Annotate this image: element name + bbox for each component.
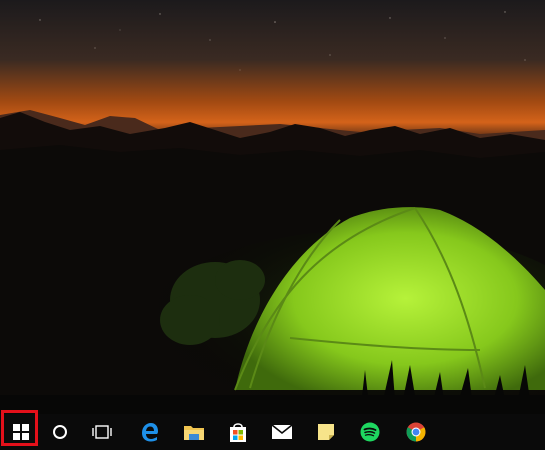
desktop	[0, 0, 545, 414]
cortana-button[interactable]	[40, 414, 80, 450]
task-view-icon	[92, 425, 112, 439]
cortana-circle-icon	[53, 425, 67, 439]
file-explorer-button[interactable]	[174, 414, 214, 450]
spotify-button[interactable]	[350, 414, 390, 450]
store-button[interactable]	[218, 414, 258, 450]
mail-icon	[271, 424, 293, 439]
taskbar	[0, 414, 545, 450]
edge-icon	[142, 423, 158, 442]
tent-at-night-icon	[0, 0, 545, 414]
edge-button[interactable]	[130, 414, 170, 450]
mail-button[interactable]	[262, 414, 302, 450]
store-icon	[230, 423, 246, 442]
chrome-button[interactable]	[396, 414, 436, 450]
sticky-notes-button[interactable]	[306, 414, 346, 450]
windows-logo-icon	[13, 424, 29, 440]
task-view-button[interactable]	[82, 414, 122, 450]
spotify-icon	[360, 422, 380, 442]
chrome-icon	[406, 422, 426, 442]
start-button[interactable]	[0, 414, 42, 450]
sticky-notes-icon	[318, 424, 334, 440]
folder-icon	[184, 426, 204, 440]
